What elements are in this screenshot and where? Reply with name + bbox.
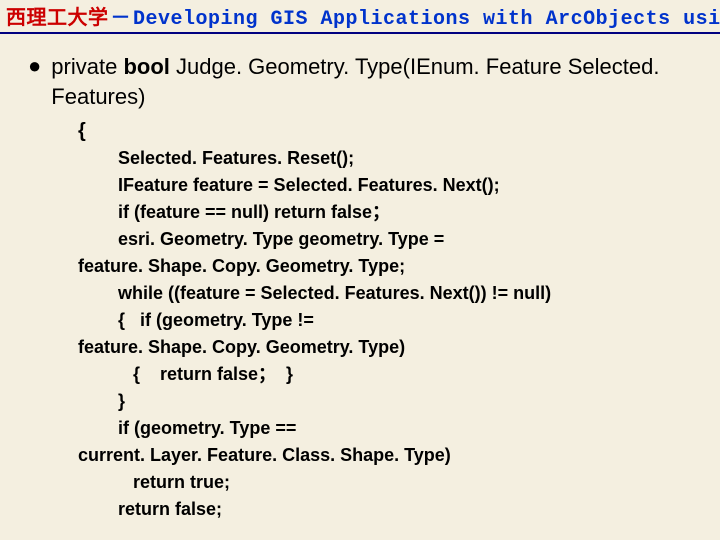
code-line: { return false； } [78, 361, 700, 388]
code-line: return false; [78, 496, 700, 523]
code-line: IFeature feature = Selected. Features. N… [78, 172, 700, 199]
university-name: 西理工大学 [6, 8, 109, 31]
bullet-icon: ● [28, 52, 41, 80]
code-block: { Selected. Features. Reset(); IFeature … [78, 118, 700, 523]
slide-header: 西理工大学－Developing GIS Applications with A… [0, 0, 720, 34]
code-line: } [78, 388, 700, 415]
code-line: if (feature == null) return false； [78, 199, 700, 226]
method-signature: private bool Judge. Geometry. Type(IEnum… [51, 52, 700, 112]
code-line: feature. Shape. Copy. Geometry. Type; [78, 253, 700, 280]
header-title: 西理工大学－Developing GIS Applications with A… [6, 1, 720, 31]
code-line: esri. Geometry. Type geometry. Type = [78, 226, 700, 253]
code-line: if (geometry. Type == [78, 415, 700, 442]
slide-content: ● private bool Judge. Geometry. Type(IEn… [0, 34, 720, 533]
code-line: { [78, 118, 700, 145]
code-line: return true; [78, 469, 700, 496]
code-line: Selected. Features. Reset(); [78, 145, 700, 172]
course-title: Developing GIS Applications with ArcObje… [133, 8, 720, 31]
code-line: { if (geometry. Type != [78, 307, 700, 334]
code-line: current. Layer. Feature. Class. Shape. T… [78, 442, 700, 469]
header-separator: － [111, 8, 132, 31]
code-line: while ((feature = Selected. Features. Ne… [78, 280, 700, 307]
code-line: feature. Shape. Copy. Geometry. Type) [78, 334, 700, 361]
method-signature-line: ● private bool Judge. Geometry. Type(IEn… [28, 52, 700, 112]
